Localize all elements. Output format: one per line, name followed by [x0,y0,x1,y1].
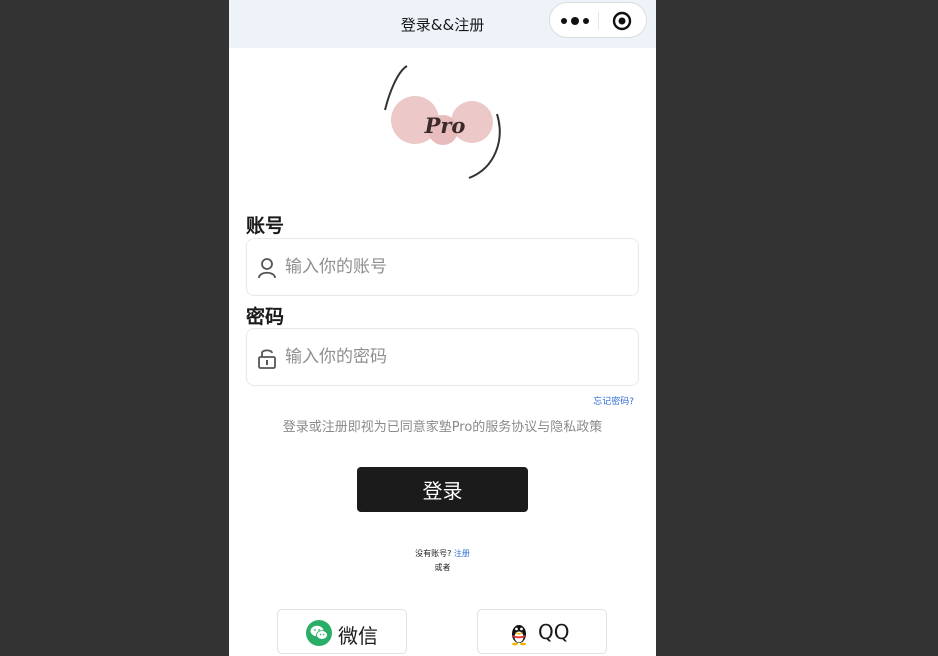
password-field[interactable] [246,328,639,386]
register-prompt: 没有账号? 注册 [229,548,656,559]
wechat-label: 微信 [338,624,378,648]
app-logo: Pro [384,65,501,179]
qq-penguin-icon [512,625,526,646]
register-prompt-text: 没有账号? [415,549,452,558]
agreement-text: 登录或注册即视为已同意家塾Pro的服务协议与隐私政策 [282,420,603,435]
qq-login-button[interactable]: QQ [477,609,607,654]
menu-capsule [549,2,647,38]
phone-screen: 登录&&注册 Pro 账号 密码 [229,0,656,656]
account-label: 账号 [246,215,285,237]
password-input[interactable] [285,337,625,377]
logo-text: Pro [424,113,466,138]
capsule-divider [598,12,599,30]
account-input[interactable] [285,247,625,287]
more-dots-icon[interactable] [560,13,590,29]
navigation-bar: 登录&&注册 [229,0,656,48]
login-button[interactable]: 登录 [357,467,528,512]
register-link[interactable]: 注册 [454,549,470,558]
password-label: 密码 [246,306,285,328]
or-divider-text: 或者 [434,563,451,572]
forgot-password-link[interactable]: 忘记密码? [593,394,634,407]
account-field[interactable] [246,238,639,296]
user-icon [258,258,276,279]
lock-icon [258,349,276,369]
wechat-login-button[interactable]: 微信 [277,609,407,654]
qq-label: QQ [538,620,570,644]
target-close-icon[interactable] [612,11,632,31]
wechat-icon [306,620,332,646]
